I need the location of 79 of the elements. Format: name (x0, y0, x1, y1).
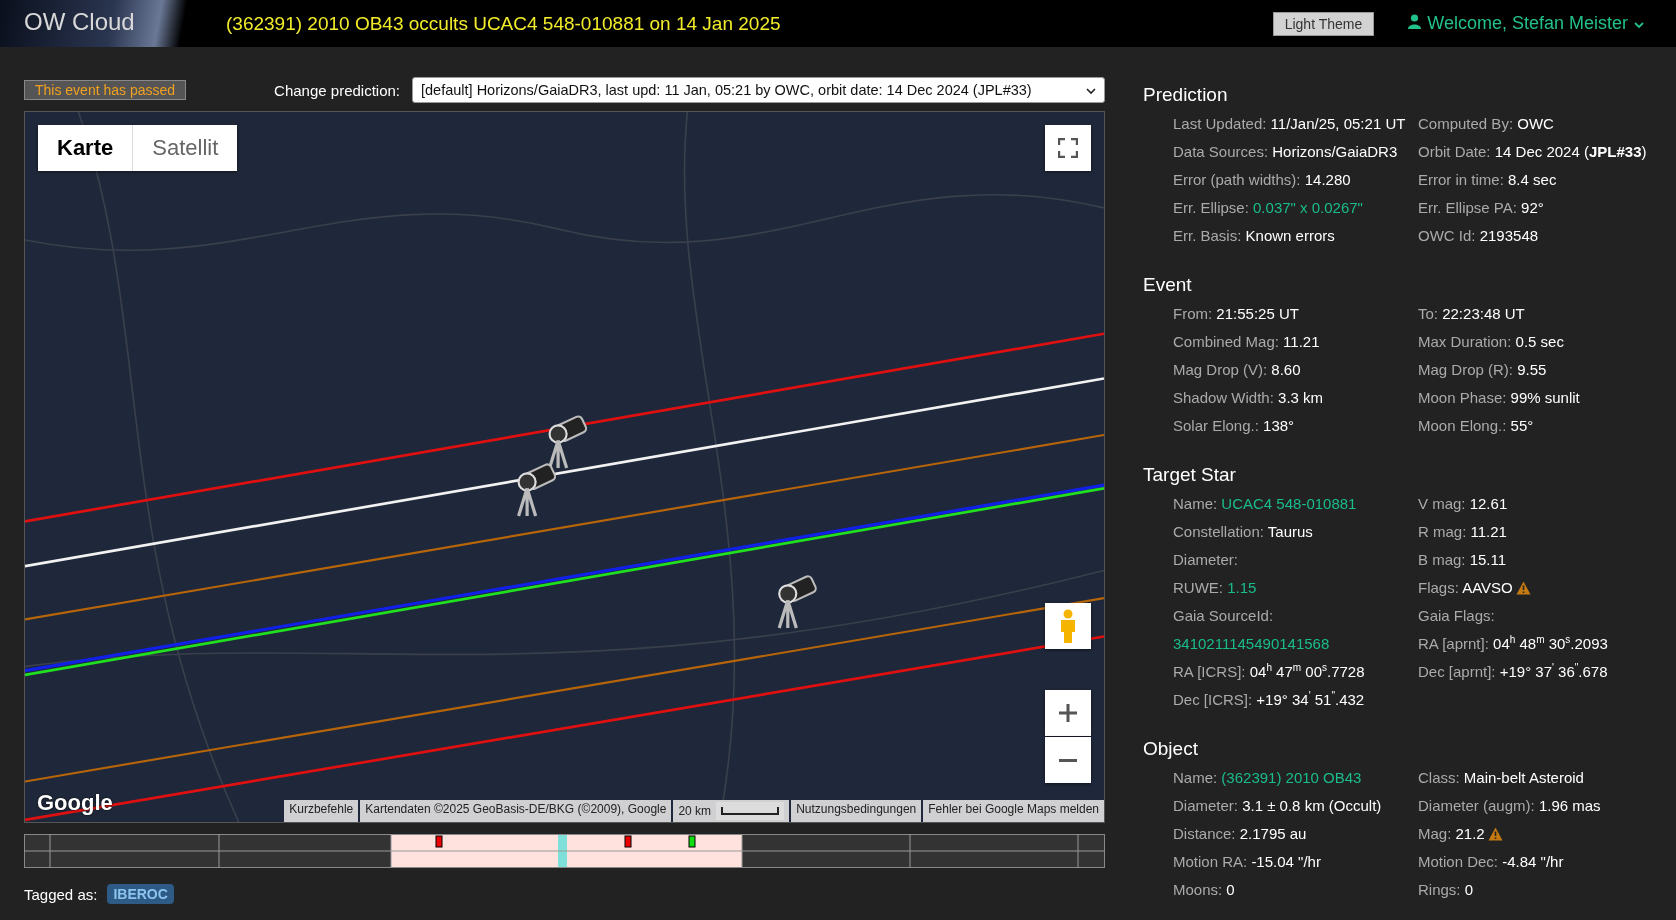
map-provider-logo: Google (37, 790, 113, 816)
detail-field: Flags: AAVSO (1418, 574, 1663, 602)
caret-icon (1634, 22, 1644, 29)
section-heading: Event (1143, 274, 1193, 296)
telescope-marker-icon[interactable] (516, 462, 558, 518)
attribution-text[interactable]: Kartendaten ©2025 GeoBasis-DE/BKG (©2009), Google (360, 800, 672, 822)
detail-field: Error in time: 8.4 sec (1418, 166, 1663, 194)
detail-field: To: 22:23:48 UT (1418, 300, 1663, 328)
telescope-marker-icon[interactable] (777, 573, 819, 630)
detail-field: RA [ICRS]: 04$^{h}$ 47$^{m}$ 00$^{s}$.7728 (1173, 658, 1416, 686)
plus-icon (1058, 703, 1078, 723)
detail-field: Gaia SourceId: 3410211145490141568 (1173, 602, 1416, 658)
detail-field: Dec [ICRS]: +19° 34$^{'}$ 51$^{"}$.432 (1173, 686, 1416, 714)
detail-field: Distance: 2.1795 au (1173, 820, 1416, 848)
map-type-tab[interactable]: Karte (38, 125, 133, 171)
detail-field: Name: (362391) 2010 OB43 (1173, 764, 1416, 792)
detail-field: B mag: 15.11 (1418, 546, 1663, 574)
prediction-dropdown[interactable]: [default] Horizons/GaiaDR3, last upd: 11 Jan, 05:21 by OWC, orbit date: 14 Dec 2024 (JPL#33) (412, 77, 1105, 103)
detail-field: From: 21:55:25 UT (1173, 300, 1416, 328)
field-label: Change prediction: (274, 81, 400, 99)
detail-field: Motion Dec: -4.84 "/hr (1418, 848, 1663, 876)
person-icon (1061, 609, 1075, 643)
user-icon (1408, 14, 1422, 29)
detail-field: R mag: 11.21 (1418, 518, 1663, 546)
detail-field: Motion RA: -15.04 "/hr (1173, 848, 1416, 876)
detail-field: V mag: 12.61 (1418, 490, 1663, 518)
map-link[interactable]: Nutzungsbedingungen (791, 800, 922, 822)
section-heading: Object (1143, 738, 1199, 760)
caret-icon (1086, 88, 1096, 95)
telescope-marker-icon[interactable] (547, 414, 589, 470)
detail-field: Orbit Date: 14 Dec 2024 (JPL#33) (1418, 138, 1663, 166)
status-badge: This event has passed (24, 80, 187, 100)
detail-field: RA [aprnt]: 04$^{h}$ 48$^{m}$ 30$^{s}$.2093 (1418, 630, 1663, 658)
detail-field: Mag Drop (R): 9.55 (1418, 356, 1663, 384)
zoom-in-button[interactable] (1045, 690, 1091, 736)
detail-field: Computed By: OWC (1418, 110, 1663, 138)
detail-field: Solar Elong.: 138° (1173, 412, 1416, 440)
tag-badge[interactable]: IBEROC (107, 884, 174, 904)
detail-field: Error (path widths): 14.280 (1173, 166, 1416, 194)
detail-field: Combined Mag: 11.21 (1173, 328, 1416, 356)
map-link[interactable]: Fehler bei Google Maps melden (923, 800, 1104, 822)
detail-field: Mag: 21.2 (1418, 820, 1663, 848)
tagged-label: Tagged as: (24, 885, 98, 903)
detail-field: Max Duration: 0.5 sec (1418, 328, 1663, 356)
detail-field: Class: Main-belt Asteroid (1418, 764, 1663, 792)
fullscreen-icon (1058, 138, 1078, 158)
attribution-text[interactable]: Kurzbefehle (284, 800, 359, 822)
map-drawing[interactable] (25, 112, 1104, 822)
detail-field: Moon Phase: 99% sunlit (1418, 384, 1663, 412)
detail-field: Moon Elong.: 55° (1418, 412, 1663, 440)
detail-field: Diameter: 3.1 ± 0.8 km (Occult) (1173, 792, 1416, 820)
zoom-out-button[interactable] (1045, 737, 1091, 783)
page-title: (362391) 2010 OB43 occults UCAC4 548-010881 on 14 Jan 2025 (226, 12, 781, 35)
detail-field: OWC Id: 2193548 (1418, 222, 1663, 250)
detail-field: Diameter: (1173, 546, 1416, 574)
detail-field: Dec [aprnt]: +19° 37$^{'}$ 36$^{"}$.678 (1418, 658, 1663, 686)
detail-field: Gaia Flags: (1418, 602, 1663, 630)
map-type-tab[interactable]: Satellit (132, 125, 238, 171)
detail-field: Err. Ellipse: 0.037" x 0.0267" (1173, 194, 1416, 222)
map-scale: 20 km (673, 800, 790, 822)
section-heading: Prediction (1143, 84, 1229, 106)
scale-bar-icon (721, 807, 780, 815)
detail-field: Constellation: Taurus (1173, 518, 1416, 546)
theme-button[interactable]: Light Theme (1272, 11, 1375, 36)
minus-icon (1059, 758, 1077, 762)
detail-field: Err. Ellipse PA: 92° (1418, 194, 1663, 222)
detail-field: Rings: 0 (1418, 876, 1663, 904)
detail-field: Last Updated: 11/Jan/25, 05:21 UT (1173, 110, 1416, 138)
detail-field: Diameter (augm): 1.96 mas (1418, 792, 1663, 820)
detail-field: Mag Drop (V): 8.60 (1173, 356, 1416, 384)
detail-field: Name: UCAC4 548-010881 (1173, 490, 1416, 518)
welcome-link[interactable]: Welcome, Stefan Meister (1427, 13, 1628, 34)
detail-field: Err. Basis: Known errors (1173, 222, 1416, 250)
detail-field: Data Sources: Horizons/GaiaDR3 (1173, 138, 1416, 166)
detail-field: Moons: 0 (1173, 876, 1416, 904)
fullscreen-button[interactable] (1045, 125, 1091, 171)
section-heading: Target Star (1143, 464, 1237, 486)
detail-field: Shadow Width: 3.3 km (1173, 384, 1416, 412)
detail-field: RUWE: 1.15 (1173, 574, 1416, 602)
